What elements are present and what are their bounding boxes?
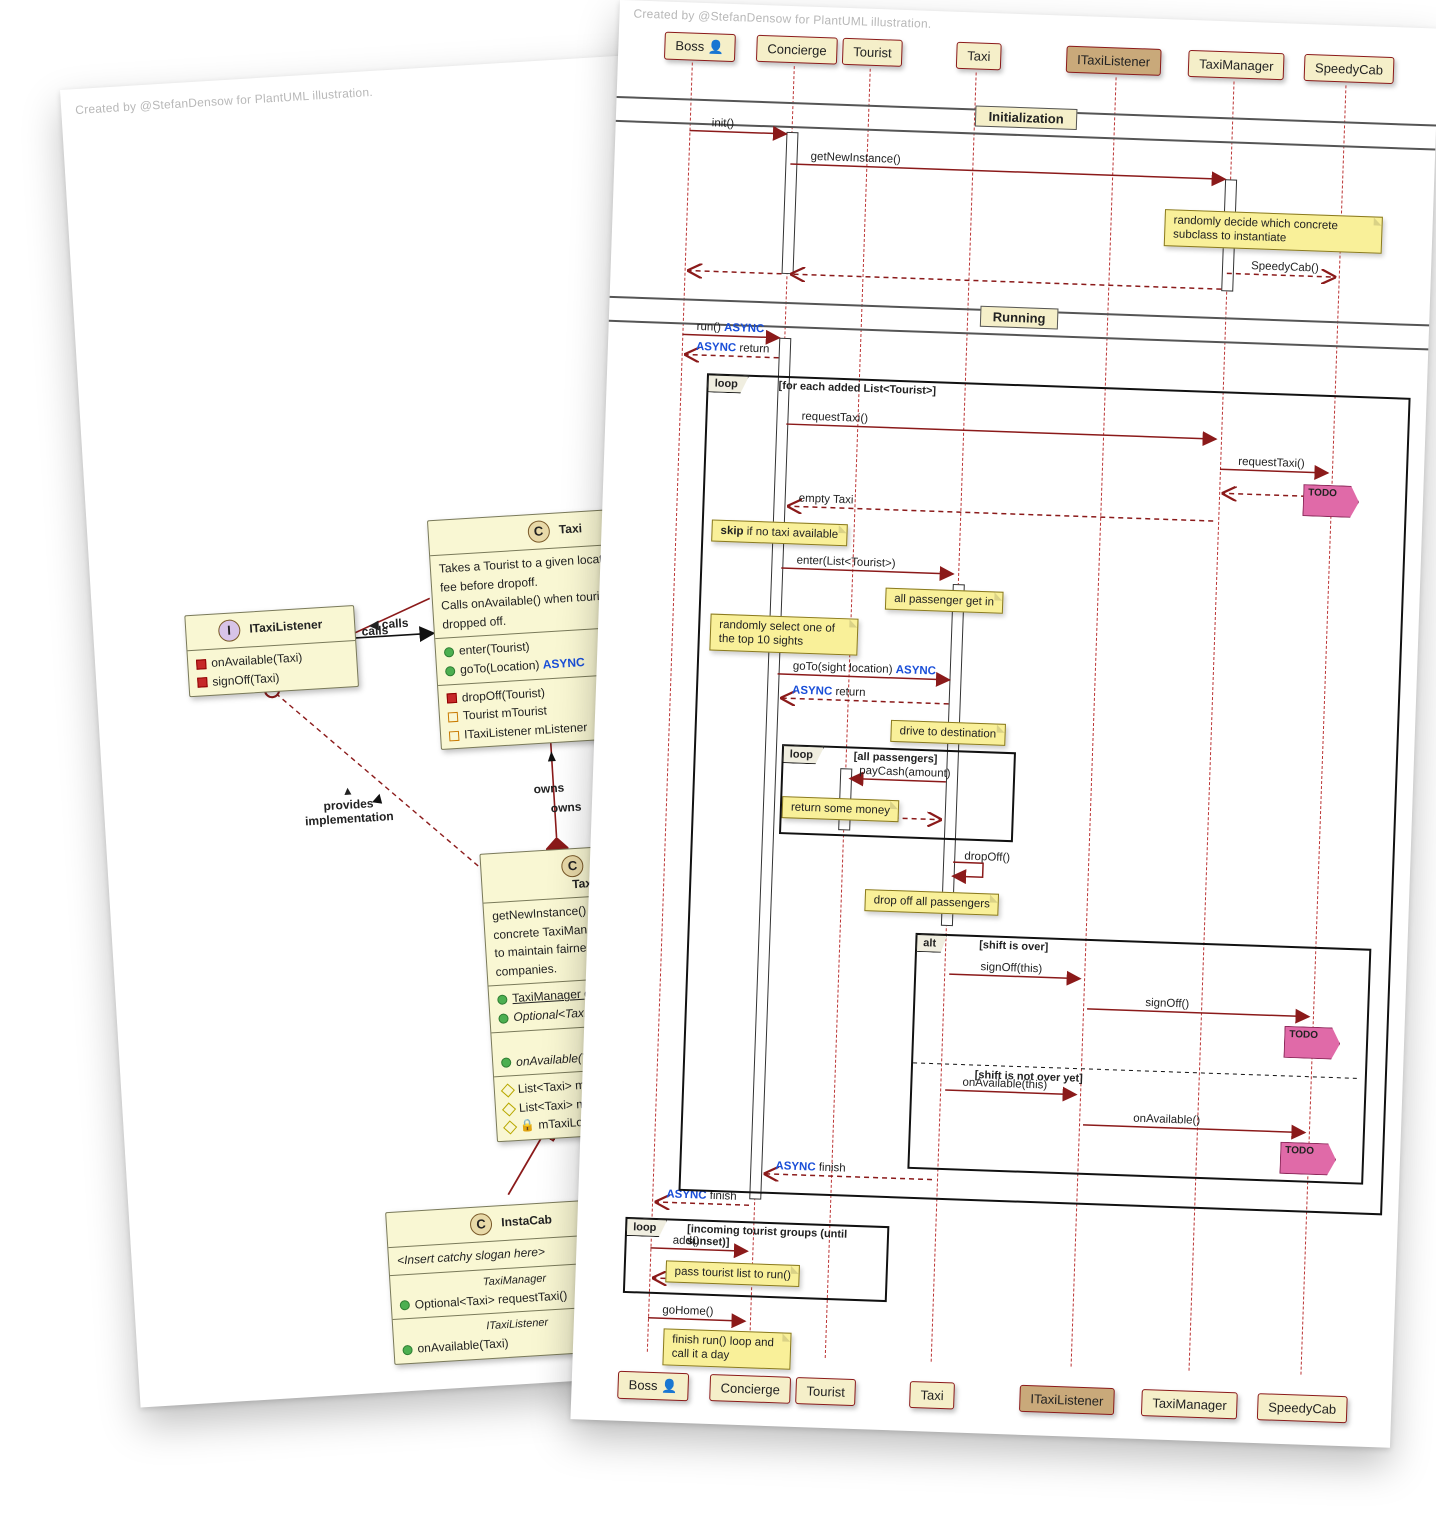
frame-cond: [shift is over]	[979, 939, 1048, 953]
credit-text: Created by @StefanDensow for PlantUML il…	[633, 6, 931, 30]
frame-alt: alt [shift is over] [shift is not over y…	[907, 933, 1371, 1185]
frame-tag: loop	[782, 745, 824, 764]
frame-tag: alt	[916, 934, 947, 953]
msg-getnew: getNewInstance()	[810, 151, 900, 166]
msg-run: run() ASYNC	[696, 321, 764, 335]
method: goTo(Location)	[460, 658, 543, 677]
participant-itaxilistener: ITaxiListener	[1066, 46, 1162, 76]
participant-concierge: Concierge	[756, 35, 838, 65]
msg-init: init()	[712, 117, 735, 130]
participant-boss-bottom: Boss 👤	[617, 1371, 689, 1401]
frame-tag: loop	[707, 374, 749, 393]
frame-loop-passengers: loop [all passengers]	[779, 744, 1016, 842]
diagram-stage: Created by @StefanDensow for PlantUML il…	[0, 0, 1436, 1540]
participant-boss: Boss 👤	[664, 32, 736, 62]
interface-badge-icon: I	[217, 619, 240, 642]
class-itaxilistener: I ITaxiListener onAvailable(Taxi) signOf…	[184, 605, 359, 697]
frame-cond: [incoming tourist groups (until sunset)]	[687, 1223, 888, 1254]
method: onAvailable(Taxi)	[211, 650, 303, 670]
method: signOff(Taxi)	[212, 670, 280, 688]
participant-speedycab: SpeedyCab	[1304, 54, 1395, 84]
frame-loop-incoming: loop [incoming tourist groups (until sun…	[623, 1217, 889, 1302]
msg-gohome: goHome()	[662, 1304, 714, 1318]
class-name: ITaxiListener	[249, 617, 323, 635]
provides-label: ▲providesimplementation	[303, 781, 394, 828]
divider-init: Initialization	[616, 96, 1436, 151]
member: dropOff(Tourist)	[461, 685, 545, 704]
msg-asyncret: ASYNC return	[696, 341, 770, 356]
frame-cond: [all passengers]	[854, 751, 938, 766]
member: Tourist mTourist	[463, 704, 548, 723]
owns-label: owns	[533, 781, 564, 797]
sequence-diagram-page: Created by @StefanDensow for PlantUML il…	[570, 0, 1436, 1448]
participant-taximgr-bottom: TaxiManager	[1141, 1389, 1238, 1419]
class-badge-icon: C	[469, 1213, 492, 1236]
method: onAvailable(Taxi)	[417, 1336, 509, 1356]
participant-taxi: Taxi	[956, 42, 1002, 71]
method: enter(Tourist)	[459, 640, 530, 658]
frame-cond: [for each added List<Tourist>]	[778, 380, 936, 397]
class-badge-icon: C	[561, 855, 584, 878]
participant-taximanager: TaxiManager	[1188, 50, 1285, 80]
participant-itaxi-bottom: ITaxiListener	[1019, 1385, 1115, 1415]
msg-speedy: SpeedyCab()	[1251, 260, 1319, 274]
note-randsubclass: randomly decide which concrete subclass …	[1164, 209, 1383, 253]
frame-cond: [shift is not over yet]	[974, 1069, 1083, 1085]
frame-tag: loop	[626, 1218, 668, 1237]
credit-text: Created by @StefanDensow for PlantUML il…	[75, 85, 373, 117]
participant-tourist: Tourist	[842, 38, 903, 67]
class-name: Taxi	[558, 521, 582, 536]
participant-tourist-bottom: Tourist	[795, 1377, 856, 1406]
note-finish: finish run() loop and call it a day	[662, 1328, 791, 1369]
participant-speedy-bottom: SpeedyCab	[1257, 1393, 1348, 1423]
class-name: InstaCab	[501, 1212, 552, 1229]
class-badge-icon: C	[527, 520, 550, 543]
participant-concierge-bottom: Concierge	[709, 1374, 791, 1404]
participant-taxi-bottom: Taxi	[909, 1381, 955, 1410]
async-tag: ASYNC	[542, 655, 585, 672]
